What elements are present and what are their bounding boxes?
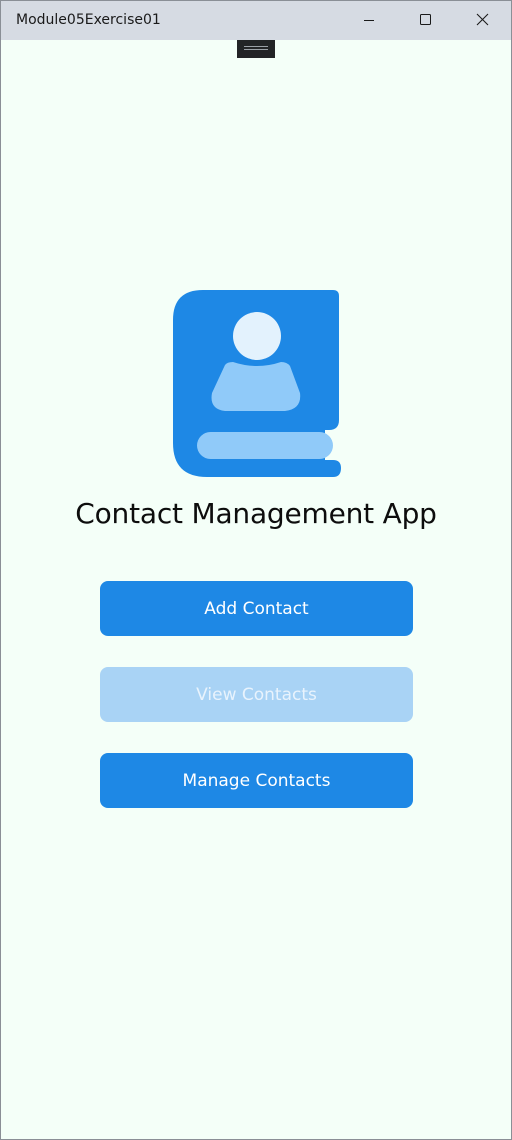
minimize-icon: [364, 20, 374, 21]
close-button[interactable]: [453, 1, 509, 40]
maximize-icon: [420, 14, 431, 25]
add-contact-button[interactable]: Add Contact: [100, 581, 413, 636]
app-window: Module05Exercise01 Contact Management Ap…: [0, 0, 512, 1140]
minimize-button[interactable]: [341, 1, 397, 40]
window-title: Module05Exercise01: [16, 12, 161, 28]
contact-book-icon: [173, 290, 341, 477]
title-bar[interactable]: Module05Exercise01: [1, 1, 511, 40]
page-title: Contact Management App: [75, 497, 437, 530]
close-icon: [476, 13, 489, 26]
manage-contacts-button[interactable]: Manage Contacts: [100, 753, 413, 808]
maximize-button[interactable]: [397, 1, 453, 40]
view-contacts-button[interactable]: View Contacts: [100, 667, 413, 722]
debug-toolbar-handle[interactable]: [237, 40, 275, 58]
